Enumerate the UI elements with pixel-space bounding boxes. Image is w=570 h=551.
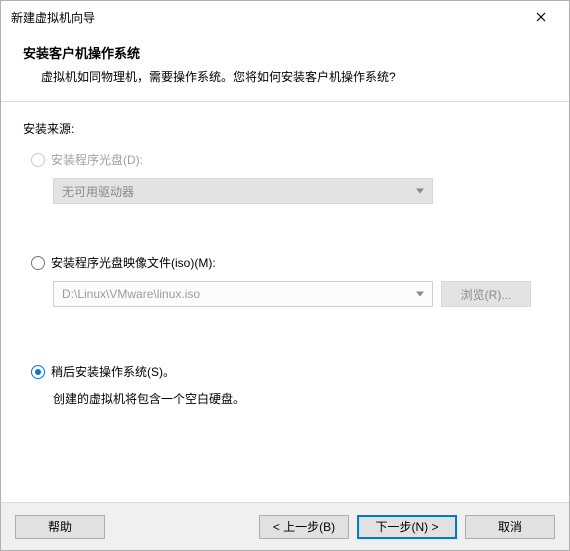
wizard-header: 安装客户机操作系统 虚拟机如同物理机，需要操作系统。您将如何安装客户机操作系统? — [1, 33, 569, 102]
radio-later[interactable] — [31, 365, 45, 379]
radio-iso-label: 安装程序光盘映像文件(iso)(M): — [51, 254, 216, 271]
disc-drive-value: 无可用驱动器 — [62, 183, 134, 200]
close-button[interactable] — [521, 3, 561, 31]
later-note: 创建的虚拟机将包含一个空白硬盘。 — [53, 390, 547, 407]
titlebar: 新建虚拟机向导 — [1, 1, 569, 33]
radio-later-label: 稍后安装操作系统(S)。 — [51, 363, 175, 380]
page-title: 安装客户机操作系统 — [23, 43, 547, 62]
option-disc: 安装程序光盘(D): — [31, 151, 547, 168]
iso-path-combo: D:\Linux\VMware\linux.iso — [53, 281, 433, 307]
back-button[interactable]: < 上一步(B) — [259, 515, 349, 539]
page-description: 虚拟机如同物理机，需要操作系统。您将如何安装客户机操作系统? — [23, 68, 547, 85]
radio-iso[interactable] — [31, 256, 45, 270]
next-button[interactable]: 下一步(N) > — [357, 515, 457, 539]
wizard-footer: 帮助 < 上一步(B) 下一步(N) > 取消 — [1, 502, 569, 550]
source-label: 安装来源: — [23, 120, 547, 137]
option-iso-group: 安装程序光盘映像文件(iso)(M): D:\Linux\VMware\linu… — [23, 254, 547, 307]
radio-disc — [31, 153, 45, 167]
option-later-group: 稍后安装操作系统(S)。 创建的虚拟机将包含一个空白硬盘。 — [23, 363, 547, 407]
radio-disc-label: 安装程序光盘(D): — [51, 151, 143, 168]
chevron-down-icon — [416, 292, 424, 297]
iso-path-value: D:\Linux\VMware\linux.iso — [62, 287, 200, 301]
option-disc-group: 安装程序光盘(D): 无可用驱动器 — [23, 151, 547, 204]
window-title: 新建虚拟机向导 — [11, 9, 521, 26]
disc-drive-combo: 无可用驱动器 — [53, 178, 433, 204]
wizard-content: 安装来源: 安装程序光盘(D): 无可用驱动器 安装程序光盘映像文件(iso)(… — [1, 102, 569, 435]
option-iso[interactable]: 安装程序光盘映像文件(iso)(M): — [31, 254, 547, 271]
close-icon — [536, 12, 546, 22]
chevron-down-icon — [416, 189, 424, 194]
cancel-button[interactable]: 取消 — [465, 515, 555, 539]
option-later[interactable]: 稍后安装操作系统(S)。 — [31, 363, 547, 380]
iso-row: D:\Linux\VMware\linux.iso 浏览(R)... — [53, 281, 547, 307]
help-button[interactable]: 帮助 — [15, 515, 105, 539]
browse-button: 浏览(R)... — [441, 281, 531, 307]
